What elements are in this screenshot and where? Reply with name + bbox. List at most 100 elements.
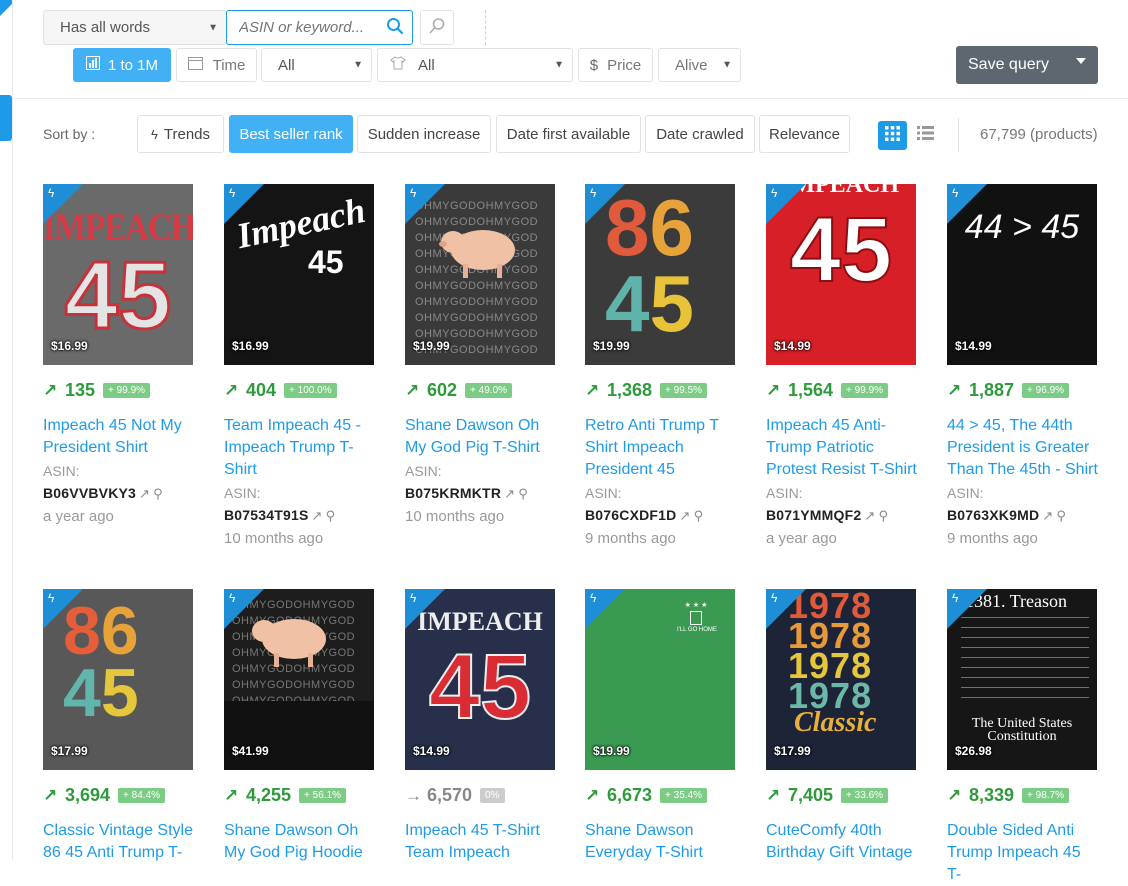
- product-title-line: My God Pig T-Shirt: [405, 439, 540, 456]
- chevron-down-icon: ▼: [353, 59, 363, 71]
- category-select[interactable]: All ▼: [377, 48, 573, 82]
- sort-sudden-increase[interactable]: Sudden increase: [357, 115, 491, 153]
- product-image[interactable]: 86 45 ϟ $17.99: [43, 589, 193, 770]
- product-title-line: Trump Patriotic: [766, 439, 874, 456]
- product-image[interactable]: OHMYGODOHMYGOD OHMYGODOHMYGOD OHMYGODOHMYG…: [224, 589, 374, 770]
- left-divider: [12, 0, 13, 860]
- bolt-icon: ϟ: [150, 126, 158, 142]
- search-box[interactable]: [226, 10, 413, 45]
- search-icon[interactable]: [386, 17, 404, 39]
- product-title-line: Shane Dawson Oh: [224, 822, 359, 839]
- trend-up-icon: ↗: [224, 380, 239, 400]
- sort-trends[interactable]: ϟ Trends: [137, 115, 224, 153]
- sort-relevance[interactable]: Relevance: [759, 115, 850, 153]
- product-title-link[interactable]: Double Sided Anti Trump Impeach 45 T-: [947, 820, 1099, 886]
- date-first-available: 10 months ago: [224, 530, 324, 547]
- product-title-line: 86 45 Anti Trump T-: [43, 844, 183, 861]
- product-title-link[interactable]: Team Impeach 45 - Impeach Trump T- Shirt: [224, 415, 376, 481]
- product-title-link[interactable]: Impeach 45 Anti- Trump Patriotic Protest R…: [766, 415, 918, 481]
- result-count: 67,799 (products): [980, 126, 1098, 143]
- rank-row: ↗ 1,887 + 96.9%: [947, 380, 1070, 401]
- sort-date-crawled[interactable]: Date crawled: [645, 115, 755, 153]
- marketplace-select[interactable]: All ▼: [261, 48, 372, 82]
- product-image[interactable]: IMPEACH 45 ϟ $16.99: [43, 184, 193, 365]
- search-icon[interactable]: ⚲: [326, 508, 336, 523]
- chart-icon: [85, 56, 100, 74]
- advanced-search-button[interactable]: [420, 10, 454, 45]
- rank-row: ↗ 1,368 + 99.5%: [585, 380, 708, 401]
- side-panel-toggle[interactable]: [0, 95, 12, 141]
- product-image[interactable]: ★ ★ ★ I'LL GO HOME ϟ $19.99: [585, 589, 735, 770]
- search-icon[interactable]: ⚲: [1056, 508, 1066, 523]
- product-image[interactable]: OHMYGODOHMYGOD OHMYGODOHMYGOD OHMYGODOHMYG…: [405, 184, 555, 365]
- asin-value: B075KRMKTR ↗ ⚲: [405, 485, 528, 501]
- trend-up-icon: ↗: [405, 380, 420, 400]
- product-image[interactable]: IMPEACH 45 ϟ $14.99: [405, 589, 555, 770]
- product-image[interactable]: Impeach 45 ϟ $16.99: [224, 184, 374, 365]
- product-title-link[interactable]: Retro Anti Trump T Shirt Impeach President…: [585, 415, 737, 481]
- product-title-line: 44 > 45, The 44th: [947, 417, 1073, 434]
- trend-up-icon: ↗: [947, 785, 962, 805]
- bolt-icon: ϟ: [229, 186, 236, 200]
- calendar-icon: [187, 56, 203, 74]
- status-select[interactable]: Alive ▼: [658, 48, 741, 82]
- product-title-link[interactable]: 44 > 45, The 44th President is Greater Tha…: [947, 415, 1099, 481]
- bsr-rank: 135: [65, 380, 96, 400]
- bsr-rank: 8,339: [969, 785, 1015, 805]
- external-link-icon[interactable]: ↗: [679, 508, 690, 523]
- rank-row: ↗ 4,255 + 56.1%: [224, 785, 347, 806]
- external-link-icon[interactable]: ↗: [504, 486, 515, 501]
- price-filter-button[interactable]: $ Price: [578, 48, 653, 82]
- bsr-rank: 404: [246, 380, 277, 400]
- product-image[interactable]: 44 > 45 ϟ $14.99: [947, 184, 1097, 365]
- product-title-link[interactable]: Impeach 45 T-Shirt Team Impeach: [405, 820, 557, 864]
- list-view-button[interactable]: [911, 121, 940, 150]
- search-icon[interactable]: ⚲: [153, 486, 163, 501]
- sort-date-first-available[interactable]: Date first available: [496, 115, 641, 153]
- search-icon[interactable]: ⚲: [518, 486, 528, 501]
- external-link-icon[interactable]: ↗: [1042, 508, 1053, 523]
- sort-best-seller-rank[interactable]: Best seller rank: [229, 115, 353, 153]
- asin-value: B07534T91S ↗ ⚲: [224, 507, 336, 523]
- door-emblem: ★ ★ ★ I'LL GO HOME: [677, 602, 717, 633]
- product-image[interactable]: IMPEACH 45 ϟ $14.99: [766, 184, 916, 365]
- product-title-link[interactable]: Shane Dawson Oh My God Pig T-Shirt: [405, 415, 557, 459]
- trend-up-icon: ↗: [947, 380, 962, 400]
- product-title-link[interactable]: Shane Dawson Oh My God Pig Hoodie: [224, 820, 376, 864]
- time-filter-button[interactable]: Time: [176, 48, 257, 82]
- product-price: $17.99: [774, 744, 811, 758]
- save-query-button[interactable]: Save query: [956, 46, 1098, 84]
- search-icon[interactable]: ⚲: [694, 508, 704, 523]
- grid-view-button[interactable]: [878, 121, 907, 150]
- product-title-link[interactable]: CuteComfy 40th Birthday Gift Vintage: [766, 820, 918, 864]
- product-title-line: Impeach 45 T-Shirt: [405, 822, 540, 839]
- bolt-icon: ϟ: [410, 591, 417, 605]
- asin-label: ASIN:: [947, 485, 984, 501]
- rank-change-badge: + 49.0%: [465, 383, 513, 398]
- product-title-link[interactable]: Classic Vintage Style 86 45 Anti Trump T-: [43, 820, 195, 864]
- product-image[interactable]: 1381. Treason The United States Constitut…: [947, 589, 1097, 770]
- tshirt-icon: [390, 56, 406, 74]
- product-title-line: Impeach 45 Anti-: [766, 417, 887, 434]
- external-link-icon[interactable]: ↗: [864, 508, 875, 523]
- product-image[interactable]: 1978 1978 1978 1978 Classic ϟ $17.99: [766, 589, 916, 770]
- product-title-line: Protest Resist T-Shirt: [766, 461, 917, 478]
- product-title-link[interactable]: Shane Dawson Everyday T-Shirt: [585, 820, 737, 864]
- external-link-icon[interactable]: ↗: [312, 508, 323, 523]
- date-first-available: 9 months ago: [585, 530, 676, 547]
- rank-range-button[interactable]: 1 to 1M: [73, 48, 171, 82]
- product-title-line: Double Sided Anti: [947, 822, 1075, 839]
- search-toolbar: Has all words ▼ 1 to 1M Time All ▼ All ▼: [13, 0, 1128, 99]
- asin-label: ASIN:: [43, 463, 80, 479]
- product-title-line: CuteComfy 40th: [766, 822, 882, 839]
- caret-down-icon[interactable]: [1076, 58, 1086, 64]
- design-footer: The United States Constitution: [971, 716, 1073, 744]
- product-title-link[interactable]: Impeach 45 Not My President Shirt: [43, 415, 195, 459]
- search-icon[interactable]: ⚲: [878, 508, 888, 523]
- search-input[interactable]: [237, 18, 381, 37]
- product-image[interactable]: 86 45 ϟ $19.99: [585, 184, 735, 365]
- bolt-icon: ϟ: [48, 186, 55, 200]
- match-mode-select[interactable]: Has all words ▼: [43, 10, 227, 45]
- product-title-line: My God Pig Hoodie: [224, 844, 363, 861]
- external-link-icon[interactable]: ↗: [139, 486, 150, 501]
